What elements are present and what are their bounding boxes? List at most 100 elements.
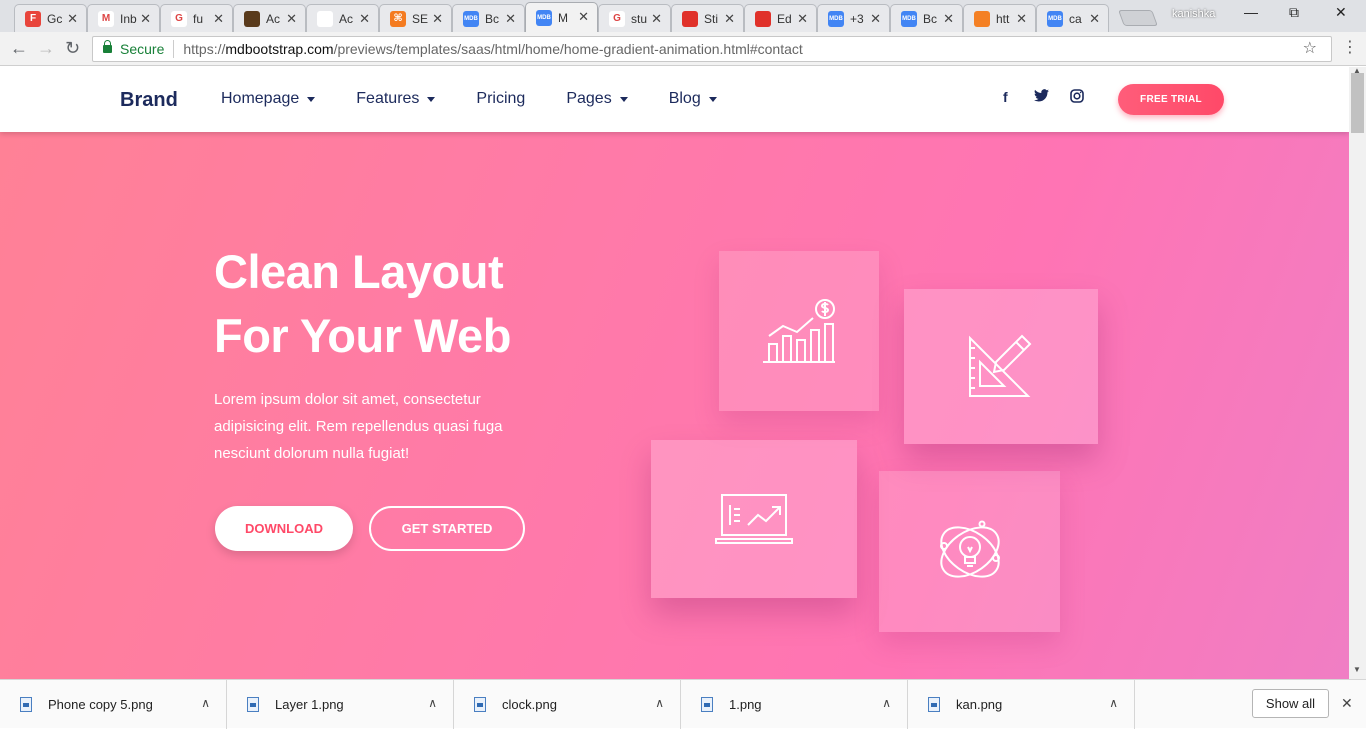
close-tab-icon[interactable]: ✕: [943, 11, 954, 27]
browser-tab[interactable]: MDB ca ✕: [1036, 4, 1109, 32]
tab-title: fu: [193, 11, 204, 26]
browser-tab[interactable]: MDB M ✕: [525, 2, 598, 32]
back-icon[interactable]: ←: [10, 38, 28, 58]
new-tab-button[interactable]: [1118, 10, 1158, 26]
browser-tab[interactable]: ⌘ SE ✕: [379, 4, 452, 32]
browser-tab[interactable]: Ed ✕: [744, 4, 817, 32]
site-navbar: Brand Homepage Features Pricing Pages Blog f…: [0, 67, 1349, 132]
download-filename: kan.png: [956, 697, 1003, 712]
address-bar[interactable]: Secure https://mdbootstrap.com/previews/…: [92, 36, 1332, 62]
close-tab-icon[interactable]: ✕: [432, 11, 443, 27]
feature-card: [651, 440, 857, 598]
nav-link-label: Pages: [566, 90, 612, 107]
close-window-icon[interactable]: ✕: [1335, 4, 1347, 21]
tab-favicon-icon: G: [609, 10, 625, 27]
nav-link-label: Blog: [668, 90, 701, 107]
close-tab-icon[interactable]: ✕: [797, 11, 808, 27]
close-shelf-icon[interactable]: ✕: [1341, 695, 1353, 712]
browser-tab[interactable]: MDB Bc ✕: [890, 4, 963, 32]
tab-favicon-icon: MDB: [536, 9, 552, 26]
page-scrollbar[interactable]: ▲ ▼: [1349, 66, 1366, 679]
reload-icon[interactable]: ↻: [65, 38, 80, 58]
brand-logo[interactable]: Brand: [120, 89, 178, 112]
browser-tab[interactable]: Sti ✕: [671, 4, 744, 32]
instagram-icon[interactable]: [1070, 89, 1084, 106]
close-tab-icon[interactable]: ✕: [870, 11, 881, 27]
download-item[interactable]: kan.png ∧: [908, 680, 1135, 729]
page-viewport: Brand Homepage Features Pricing Pages Blog f…: [0, 67, 1349, 679]
browser-tab[interactable]: Gfu ✕: [160, 4, 233, 32]
nav-link-features[interactable]: Features: [356, 90, 436, 108]
close-tab-icon[interactable]: ✕: [140, 11, 151, 27]
design-tools-icon: [969, 334, 1032, 397]
free-trial-button[interactable]: FREE TRIAL: [1118, 84, 1224, 115]
close-tab-icon[interactable]: ✕: [724, 11, 735, 27]
close-tab-icon[interactable]: ✕: [67, 11, 78, 27]
bookmark-star-icon[interactable]: ☆: [1303, 37, 1317, 61]
show-all-button[interactable]: Show all: [1252, 689, 1329, 718]
tab-favicon-icon: MDB: [828, 10, 844, 27]
close-tab-icon[interactable]: ✕: [578, 9, 589, 25]
scroll-down-icon[interactable]: ▼: [1353, 665, 1361, 674]
tab-favicon-icon: MDB: [463, 10, 479, 27]
browser-menu-icon[interactable]: ⋮: [1342, 38, 1358, 58]
caret-down-icon: [427, 96, 436, 102]
nav-link-pages[interactable]: Pages: [566, 90, 628, 108]
caret-down-icon: [708, 96, 717, 102]
restore-icon[interactable]: ⧉: [1289, 4, 1299, 21]
twitter-icon[interactable]: [1034, 89, 1049, 105]
tab-favicon-icon: [755, 10, 771, 27]
hero-section: Clean Layout For Your Web Lorem ipsum do…: [0, 132, 1349, 679]
close-tab-icon[interactable]: ✕: [359, 11, 370, 27]
browser-tab[interactable]: Gstu ✕: [598, 4, 671, 32]
download-item[interactable]: 1.png ∧: [681, 680, 908, 729]
profile-name[interactable]: kanishka: [1172, 8, 1215, 20]
facebook-icon[interactable]: f: [1003, 89, 1008, 105]
tab-favicon-icon: F: [25, 10, 41, 27]
browser-tab[interactable]: Ac ✕: [306, 4, 379, 32]
browser-tab[interactable]: F Gc ✕: [14, 4, 87, 32]
close-tab-icon[interactable]: ✕: [505, 11, 516, 27]
chevron-up-icon[interactable]: ∧: [201, 696, 210, 710]
forward-icon[interactable]: →: [37, 38, 55, 58]
close-tab-icon[interactable]: ✕: [1089, 11, 1100, 27]
download-item[interactable]: clock.png ∧: [454, 680, 681, 729]
tab-title: Ac: [266, 11, 281, 26]
feature-card: [904, 289, 1098, 444]
tab-favicon-icon: [682, 10, 698, 27]
nav-link-blog[interactable]: Blog: [669, 90, 717, 108]
nav-link-homepage[interactable]: Homepage: [221, 90, 316, 108]
nav-link-label: Homepage: [221, 90, 300, 107]
browser-tab[interactable]: htt ✕: [963, 4, 1036, 32]
close-tab-icon[interactable]: ✕: [651, 11, 662, 27]
tab-title: +3: [850, 11, 864, 26]
url-path: /previews/templates/saas/html/home/home-…: [333, 41, 803, 57]
download-item[interactable]: Phone copy 5.png ∧: [0, 680, 227, 729]
chevron-up-icon[interactable]: ∧: [1109, 696, 1118, 710]
minimize-icon[interactable]: —: [1244, 4, 1258, 20]
nav-link-label: Features: [356, 90, 420, 107]
nav-link-pricing[interactable]: Pricing: [476, 90, 525, 108]
image-file-icon: [247, 697, 259, 712]
url-text[interactable]: https://mdbootstrap.com/previews/templat…: [183, 37, 802, 61]
browser-tab[interactable]: M Inb ✕: [87, 4, 160, 32]
hero-lead-line: Lorem ipsum dolor sit amet, consectetur: [214, 391, 481, 408]
tab-title: htt: [996, 11, 1010, 26]
browser-tab[interactable]: Ac ✕: [233, 4, 306, 32]
chevron-up-icon[interactable]: ∧: [882, 696, 891, 710]
close-tab-icon[interactable]: ✕: [213, 11, 224, 27]
scrollbar-thumb[interactable]: [1351, 73, 1364, 133]
chevron-up-icon[interactable]: ∧: [428, 696, 437, 710]
close-tab-icon[interactable]: ✕: [286, 11, 297, 27]
chevron-up-icon[interactable]: ∧: [655, 696, 664, 710]
browser-tab[interactable]: MDB +3 ✕: [817, 4, 890, 32]
hero-lead: Lorem ipsum dolor sit amet, consectetur …: [214, 386, 544, 467]
close-tab-icon[interactable]: ✕: [1016, 11, 1027, 27]
browser-tab[interactable]: MDB Bc ✕: [452, 4, 525, 32]
tab-favicon-icon: [244, 10, 260, 27]
download-button[interactable]: DOWNLOAD: [215, 506, 353, 551]
get-started-button[interactable]: GET STARTED: [369, 506, 525, 551]
download-item[interactable]: Layer 1.png ∧: [227, 680, 454, 729]
image-file-icon: [474, 697, 486, 712]
download-filename: 1.png: [729, 697, 762, 712]
